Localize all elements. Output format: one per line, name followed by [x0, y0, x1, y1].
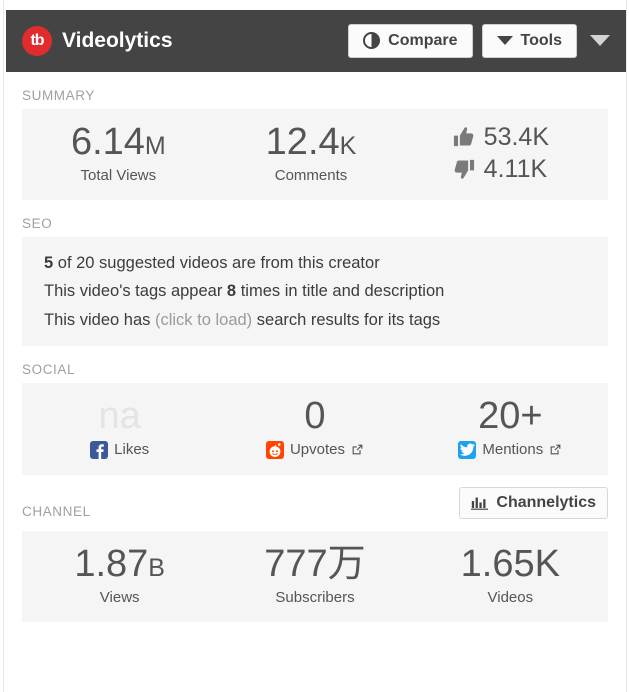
channel-panel: 1.87B Views 777万 Subscribers 1.65K Video… — [22, 530, 608, 622]
channel-views-label: Views — [99, 588, 140, 606]
social-item-upvotes[interactable]: 0 Upvotes — [217, 395, 412, 459]
channel-subscribers-value: 777万 — [264, 542, 366, 585]
header-actions: Compare Tools — [348, 23, 612, 59]
reddit-upvotes-text: Upvotes — [289, 441, 345, 459]
chevron-down-icon — [496, 36, 513, 46]
channel-section-label: CHANNEL — [22, 503, 91, 519]
facebook-likes-label: Likes — [22, 440, 217, 459]
seo-line-tag-appearances: This video's tags appear 8 times in titl… — [44, 277, 608, 305]
channel-stats-row: 1.87B Views 777万 Subscribers 1.65K Video… — [22, 531, 608, 622]
compare-button-label: Compare — [388, 31, 458, 49]
contrast-icon — [363, 32, 381, 50]
thumbs-up-icon — [453, 127, 474, 147]
twitter-mentions-label[interactable]: Mentions — [413, 440, 608, 459]
stat-channel-subscribers: 777万 Subscribers — [217, 542, 412, 606]
external-link-icon — [550, 445, 561, 455]
compare-button[interactable]: Compare — [348, 23, 473, 59]
seo-tags-prefix: This video's tags appear — [44, 282, 227, 301]
chevron-down-icon — [590, 35, 610, 47]
channel-videos-value: 1.65K — [460, 542, 560, 585]
thumbs-down-icon — [454, 160, 474, 180]
social-section-label: SOCIAL — [22, 362, 76, 378]
stat-comments: 12.4K Comments — [215, 121, 408, 184]
social-panel: na Likes 0 Upvotes 20+ Mentions — [22, 383, 608, 475]
summary-section-label: SUMMARY — [22, 88, 95, 103]
seo-tags-suffix: times in title and description — [236, 282, 445, 301]
seo-line-suggested-videos: 5 of 20 suggested videos are from this c… — [44, 249, 608, 277]
seo-section-label: SEO — [22, 215, 53, 231]
summary-panel: 6.14M Total Views 12.4K Comments 53.4K 4… — [22, 109, 608, 200]
seo-suggested-text: of 20 suggested videos are from this cre… — [53, 253, 380, 272]
seo-search-suffix: search results for its tags — [252, 310, 441, 329]
social-item-likes: na Likes — [22, 395, 217, 459]
comments-label: Comments — [274, 166, 348, 184]
twitter-icon — [458, 440, 477, 459]
reddit-upvotes-label[interactable]: Upvotes — [217, 440, 412, 459]
seo-tag-count: 8 — [226, 282, 237, 301]
channelytics-button-label: Channelytics — [496, 493, 596, 511]
summary-stats-row: 6.14M Total Views 12.4K Comments 53.4K 4… — [22, 109, 608, 200]
stat-channel-videos: 1.65K Videos — [413, 542, 608, 606]
facebook-icon — [90, 440, 109, 459]
channel-header: CHANNEL Channelytics — [4, 486, 626, 531]
social-stats-row: na Likes 0 Upvotes 20+ Mentions — [22, 383, 608, 475]
facebook-likes-value: na — [98, 395, 141, 438]
stat-channel-views: 1.87B Views — [22, 542, 217, 606]
social-item-mentions[interactable]: 20+ Mentions — [413, 395, 608, 459]
channel-subscribers-label: Subscribers — [275, 588, 355, 606]
ratings-group: 53.4K 4.11K — [407, 122, 608, 183]
dislikes-row: 4.11K — [453, 154, 571, 183]
external-link-icon — [352, 445, 363, 455]
channel-videos-label: Videos — [487, 588, 534, 606]
dislikes-count: 4.11K — [483, 154, 548, 183]
panel-header: tb Videolytics Compare Tools — [6, 10, 626, 72]
channelytics-button[interactable]: Channelytics — [459, 486, 608, 519]
seo-search-prefix: This video has — [44, 310, 155, 329]
likes-row: 53.4K — [453, 122, 571, 151]
facebook-likes-text: Likes — [114, 441, 150, 459]
tools-button[interactable]: Tools — [481, 23, 577, 59]
reddit-icon — [265, 440, 284, 459]
channel-views-value: 1.87B — [74, 542, 165, 585]
comments-value: 12.4K — [265, 121, 357, 163]
bar-chart-icon — [471, 497, 489, 510]
seo-panel: 5 of 20 suggested videos are from this c… — [22, 236, 608, 347]
seo-suggested-count: 5 — [44, 253, 54, 272]
videolytics-panel: tb Videolytics Compare Tools SUMMARY 6.1 — [3, 0, 627, 692]
twitter-mentions-text: Mentions — [482, 441, 544, 459]
total-views-value: 6.14M — [70, 121, 166, 163]
total-views-label: Total Views — [80, 166, 157, 184]
seo-line-search-results[interactable]: This video has (click to load) search re… — [44, 306, 608, 334]
likes-count: 53.4K — [483, 122, 550, 151]
stat-total-views: 6.14M Total Views — [22, 121, 215, 184]
click-to-load-link[interactable]: (click to load) — [155, 311, 252, 329]
twitter-mentions-value: 20+ — [478, 395, 543, 438]
brand: tb Videolytics — [22, 26, 173, 56]
tools-button-label: Tools — [520, 31, 562, 49]
reddit-upvotes-value: 0 — [304, 395, 326, 438]
page-title: Videolytics — [62, 29, 173, 52]
collapse-panel-button[interactable] — [586, 31, 612, 50]
tubebuddy-logo-icon: tb — [22, 26, 52, 56]
